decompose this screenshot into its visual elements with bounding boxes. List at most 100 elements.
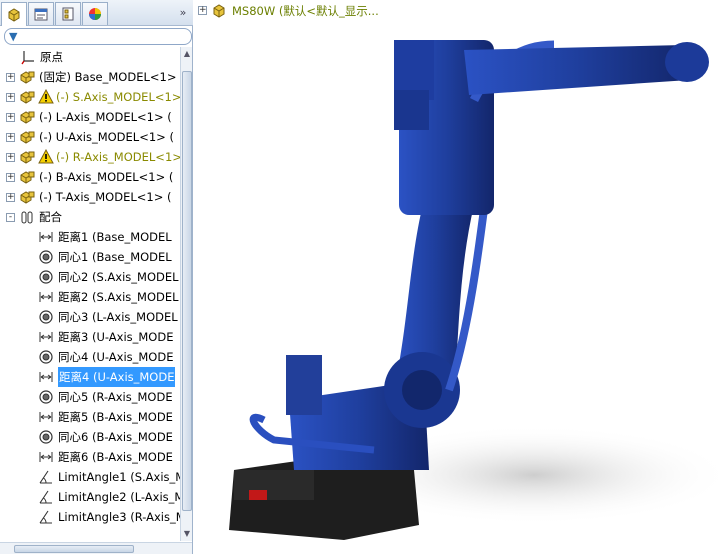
tree-hscroll-thumb[interactable] [14,545,134,553]
tab-feature-manager[interactable] [1,2,27,26]
tree-item[interactable]: 同心5 (R-Axis_MODE [0,387,180,407]
robot-model[interactable] [194,0,728,554]
tree-expander[interactable]: - [6,213,15,222]
tab-property-manager[interactable] [28,2,54,25]
part-icon [20,111,35,124]
tree-expander[interactable]: + [6,133,15,142]
feature-tree: 原点 + (固定) Base_MODEL<1> + (-) S.Axis_MODEL<1… [0,47,180,541]
distance-mate-icon [39,372,53,382]
tree-expander[interactable]: + [6,153,15,162]
tree-expander[interactable]: + [6,193,15,202]
tree-vertical-scrollbar[interactable]: ▲ ▼ [180,47,192,541]
s-axis-motor [286,355,322,415]
feature-manager-icon [8,7,20,22]
tab-configuration-manager[interactable] [55,2,81,25]
tree-item[interactable]: 同心6 (B-Axis_MODE [0,427,180,447]
tree-item[interactable]: + (-) S.Axis_MODEL<1> [0,87,180,107]
tree-item[interactable]: LimitAngle1 (S.Axis_M [0,467,180,487]
tree-horizontal-scrollbar[interactable] [0,542,192,554]
tree-item-label: 距离2 (S.Axis_MODEL [58,290,179,304]
concentric-mate-icon [39,390,53,404]
property-manager-icon [34,8,48,21]
concentric-mate-icon [39,250,53,264]
tree-item-label: 距离3 (U-Axis_MODE [58,330,174,344]
tree-item-label: LimitAngle1 (S.Axis_M [58,470,180,484]
tree-item[interactable]: 距离3 (U-Axis_MODE [0,327,180,347]
tree-item-label: (-) B-Axis_MODEL<1> ( [39,170,174,184]
base-red-connector [249,490,267,500]
part-icon [20,171,35,184]
tree-item[interactable]: 距离1 (Base_MODEL [0,227,180,247]
distance-mate-icon [39,332,53,342]
tree-item-label: 原点 [40,50,63,64]
part-icon [20,91,35,104]
more-tabs-button[interactable]: » [176,4,190,22]
warning-icon [38,89,54,104]
tree-item-label: LimitAngle2 (L-Axis_M [58,490,180,504]
limit-angle-mate-icon [39,470,52,484]
tree-item[interactable]: 距离6 (B-Axis_MODE [0,447,180,467]
tree-item[interactable]: 同心3 (L-Axis_MODEL [0,307,180,327]
tree-filter-input[interactable]: ▼ [4,28,192,45]
tree-item[interactable]: + (-) B-Axis_MODEL<1> ( [0,167,180,187]
tab-display-manager[interactable] [82,2,108,25]
part-icon [20,131,35,144]
tree-expander[interactable]: + [6,173,15,182]
tree-item-label: 同心4 (U-Axis_MODE [58,350,174,364]
tree-item-label: 距离6 (B-Axis_MODE [58,450,173,464]
base-motor-block [234,470,314,500]
tree-item-label: 同心1 (Base_MODEL [58,250,172,264]
tree-item-label: (-) L-Axis_MODEL<1> ( [39,110,172,124]
tree-item[interactable]: LimitAngle2 (L-Axis_M [0,487,180,507]
tree-item[interactable]: 距离2 (S.Axis_MODEL [0,287,180,307]
tree-item[interactable]: LimitAngle3 (R-Axis_M [0,507,180,527]
tree-item-label: 同心2 (S.Axis_MODEL [58,270,179,284]
tree-item-label: (-) U-Axis_MODEL<1> ( [39,130,174,144]
distance-mate-icon [39,452,53,462]
origin-icon [21,51,34,65]
tree-item[interactable]: + (-) R-Axis_MODEL<1> [0,147,180,167]
tree-expander[interactable]: + [6,93,15,102]
tree-item-label: 同心3 (L-Axis_MODEL [58,310,178,324]
tree-item[interactable]: + (-) T-Axis_MODEL<1> ( [0,187,180,207]
scroll-up-arrow[interactable]: ▲ [182,49,192,59]
tree-item[interactable]: 同心4 (U-Axis_MODE [0,347,180,367]
mates-folder-icon [21,211,33,224]
tree-item[interactable]: 同心1 (Base_MODEL [0,247,180,267]
tree-item[interactable]: + (-) L-Axis_MODEL<1> ( [0,107,180,127]
tree-item-label: (-) T-Axis_MODEL<1> ( [39,190,172,204]
limit-angle-mate-icon [39,510,52,524]
tree-expander[interactable]: + [6,73,15,82]
tree-item[interactable]: 距离5 (B-Axis_MODE [0,407,180,427]
filter-icon[interactable]: ▼ [9,30,17,43]
scroll-down-arrow[interactable]: ▼ [182,529,192,539]
tree-item[interactable]: + (固定) Base_MODEL<1> [0,67,180,87]
tree-item[interactable]: 同心2 (S.Axis_MODEL [0,267,180,287]
distance-mate-icon [39,232,53,242]
tree-item-label: LimitAngle3 (R-Axis_M [58,510,180,524]
model-title-text: MS80W (默认<默认_显示... [232,4,379,18]
tree-item-label: 同心5 (R-Axis_MODE [58,390,173,404]
model-expander[interactable]: + [198,6,207,15]
distance-mate-icon [39,292,53,302]
tree-item[interactable]: 原点 [0,47,180,67]
concentric-mate-icon [39,350,53,364]
tree-item-label: 同心6 (B-Axis_MODE [58,430,173,444]
distance-mate-icon [39,412,53,422]
part-icon [20,71,35,84]
tree-item-label: 距离1 (Base_MODEL [58,230,172,244]
concentric-mate-icon [39,310,53,324]
display-manager-icon [89,8,101,20]
forearm [464,45,689,95]
configuration-manager-icon [62,7,74,21]
tree-item[interactable]: 距离4 (U-Axis_MODE [0,367,180,387]
limit-angle-mate-icon [39,490,52,504]
warning-icon [38,149,54,164]
graphics-viewport[interactable]: + MS80W (默认<默认_显示... [194,0,728,554]
tree-scroll-thumb[interactable] [182,71,192,511]
tree-item-label: 距离5 (B-Axis_MODE [58,410,173,424]
tree-expander[interactable]: + [6,113,15,122]
tree-item-mates-folder[interactable]: - 配合 [0,207,180,227]
tree-item[interactable]: + (-) U-Axis_MODEL<1> ( [0,127,180,147]
tree-item-label: (固定) Base_MODEL<1> [39,70,177,84]
